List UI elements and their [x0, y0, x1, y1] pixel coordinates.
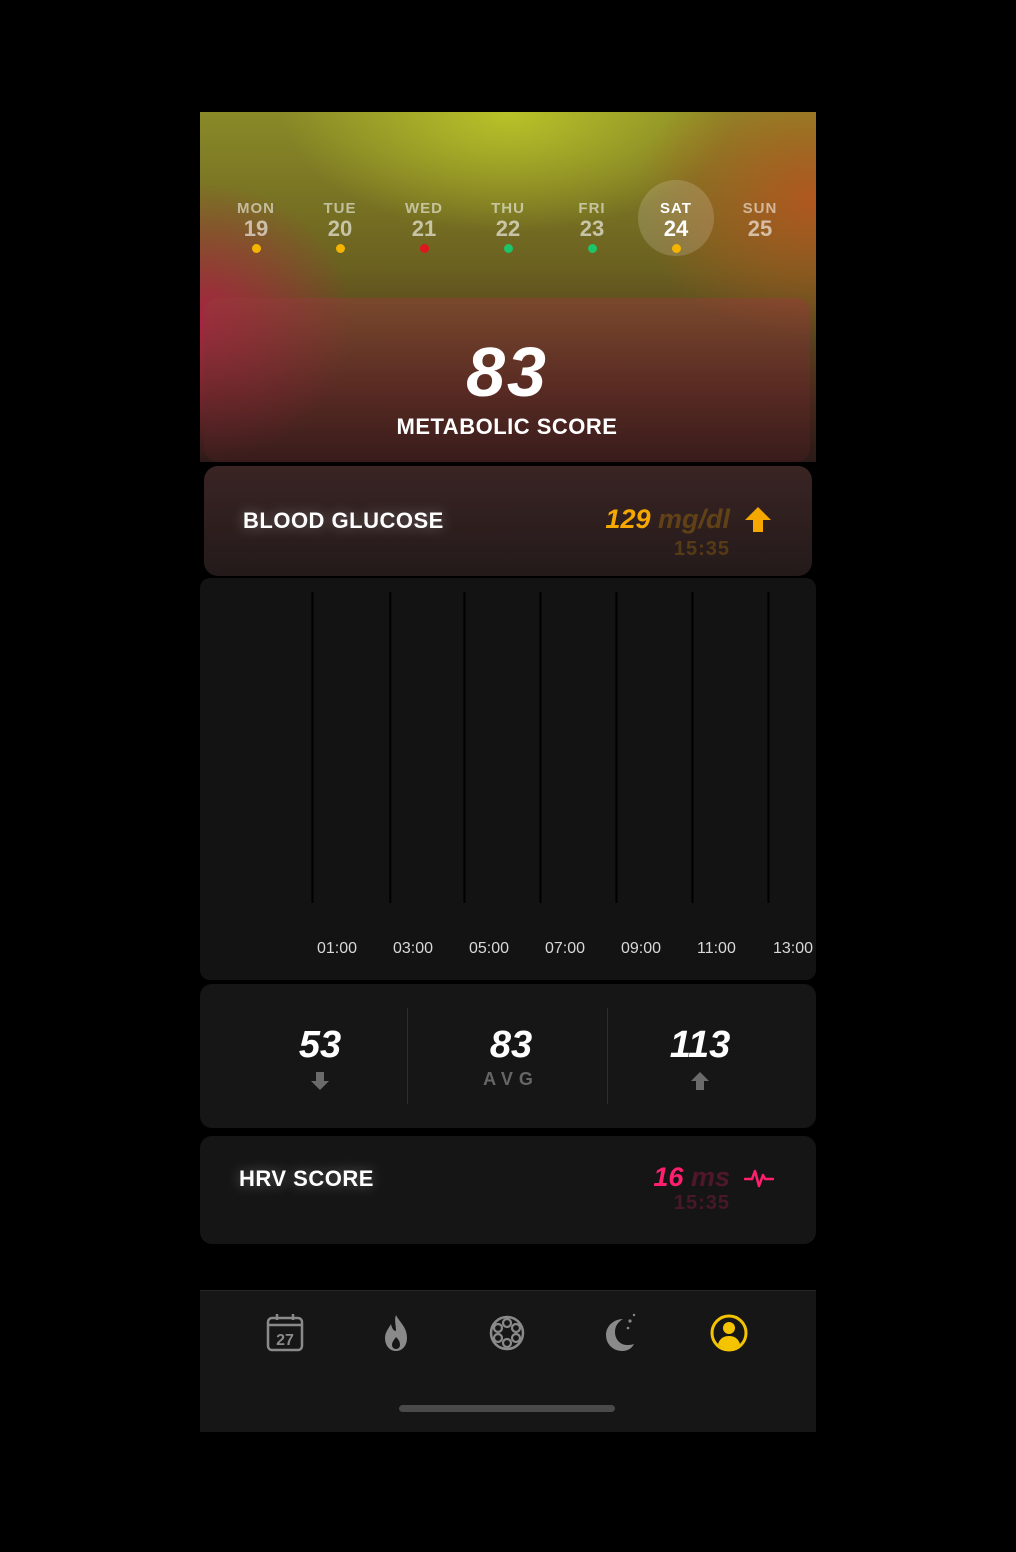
stat-avg-label: AVG [483, 1069, 539, 1089]
x-tick-label: 07:00 [545, 940, 585, 957]
day-date: 21 [411, 216, 437, 241]
day-fri[interactable]: FRI 23 [554, 180, 630, 256]
blood-glucose-card[interactable]: BLOOD GLUCOSE 129 mg/dl 15:35 [204, 466, 812, 576]
blood-glucose-reading: 129 mg/dl [605, 504, 730, 535]
blood-glucose-time: 15:35 [673, 538, 730, 560]
day-thu[interactable]: THU 22 [470, 180, 546, 256]
day-status-dot [252, 244, 261, 253]
day-wed[interactable]: WED 21 [386, 180, 462, 256]
day-mon[interactable]: MON 19 [218, 180, 294, 256]
day-sun[interactable]: SUN 25 [722, 180, 798, 256]
tab-profile[interactable] [707, 1311, 751, 1355]
stat-divider [407, 1008, 408, 1104]
day-tue[interactable]: TUE 20 [302, 180, 378, 256]
blood-glucose-title: BLOOD GLUCOSE [243, 508, 444, 533]
phone-screen: MON 19 TUE 20 WED 21 THU 22 FRI 23 SAT 2… [200, 112, 816, 1432]
day-status-dot [420, 244, 429, 253]
day-name: MON [237, 200, 275, 217]
day-name: THU [491, 200, 525, 217]
arrow-up-icon [745, 507, 771, 532]
x-tick-label: 09:00 [621, 940, 661, 957]
tab-calendar[interactable]: 27 [263, 1311, 307, 1355]
day-date: 19 [243, 216, 269, 241]
day-date: 20 [327, 216, 353, 241]
day-name: SUN [742, 200, 778, 217]
metabolic-score-value: 83 [466, 333, 548, 411]
tab-metabolic[interactable] [485, 1311, 529, 1355]
hrv-score-title: HRV SCORE [239, 1166, 374, 1191]
day-sat[interactable]: SAT 24 [638, 180, 714, 256]
day-date: 25 [747, 216, 773, 241]
glucose-chart-svg: 130110907001:0003:0005:0007:0009:0011:00… [311, 592, 813, 957]
x-tick-label: 01:00 [317, 940, 357, 957]
stat-max: 113 [600, 1024, 800, 1096]
metabolic-score-card[interactable]: 83 METABOLIC SCORE [204, 298, 810, 462]
day-name: WED [405, 200, 443, 217]
heartbeat-icon [744, 1169, 774, 1188]
tab-bar: 27 [200, 1290, 816, 1432]
home-indicator [399, 1405, 615, 1412]
arrow-up-icon [691, 1072, 709, 1090]
x-tick-label: 03:00 [393, 940, 433, 957]
x-tick-label: 11:00 [697, 940, 736, 957]
x-tick-label: 13:00 [773, 940, 813, 957]
tab-sleep[interactable] [596, 1311, 640, 1355]
stat-max-value: 113 [669, 1024, 731, 1066]
metabolic-score-label: METABOLIC SCORE [396, 414, 618, 439]
glucose-stats-card: 53 83 AVG 113 [200, 984, 816, 1128]
day-status-dot [588, 244, 597, 253]
hero-gradient: MON 19 TUE 20 WED 21 THU 22 FRI 23 SAT 2… [200, 112, 816, 462]
profile-icon [710, 1314, 748, 1352]
glucose-chart: 130110907001:0003:0005:0007:0009:0011:00… [200, 578, 816, 980]
calendar-icon: 27 [266, 1314, 304, 1352]
metabolic-icon [489, 1315, 525, 1351]
stat-avg: 83 AVG [411, 1024, 611, 1090]
hrv-time: 15:35 [673, 1192, 730, 1214]
day-name: FRI [578, 200, 606, 217]
stat-avg-value: 83 [489, 1024, 533, 1066]
hrv-value: 16 [653, 1162, 684, 1192]
tab-energy[interactable] [374, 1311, 418, 1355]
day-date: 24 [663, 216, 689, 241]
moon-icon [606, 1313, 636, 1351]
stat-min-value: 53 [298, 1024, 342, 1066]
day-date: 22 [495, 216, 521, 241]
day-status-dot [504, 244, 513, 253]
stat-min: 53 [220, 1024, 420, 1096]
day-status-dot [336, 244, 345, 253]
blood-glucose-value: 129 [605, 504, 651, 534]
arrow-down-icon [311, 1072, 329, 1090]
blood-glucose-unit: mg/dl [658, 504, 730, 534]
x-tick-label: 05:00 [469, 940, 509, 957]
day-date: 23 [579, 216, 605, 241]
day-name: TUE [323, 200, 357, 217]
hrv-unit: ms [690, 1162, 730, 1192]
calendar-icon-date: 27 [276, 1332, 294, 1349]
week-strip: MON 19 TUE 20 WED 21 THU 22 FRI 23 SAT 2… [200, 180, 816, 270]
day-status-dot [672, 244, 681, 253]
hrv-score-card[interactable]: HRV SCORE 16 ms 15:35 [200, 1136, 816, 1244]
hrv-reading: 16 ms [653, 1162, 730, 1193]
flame-icon [385, 1315, 407, 1351]
day-name: SAT [660, 200, 692, 217]
